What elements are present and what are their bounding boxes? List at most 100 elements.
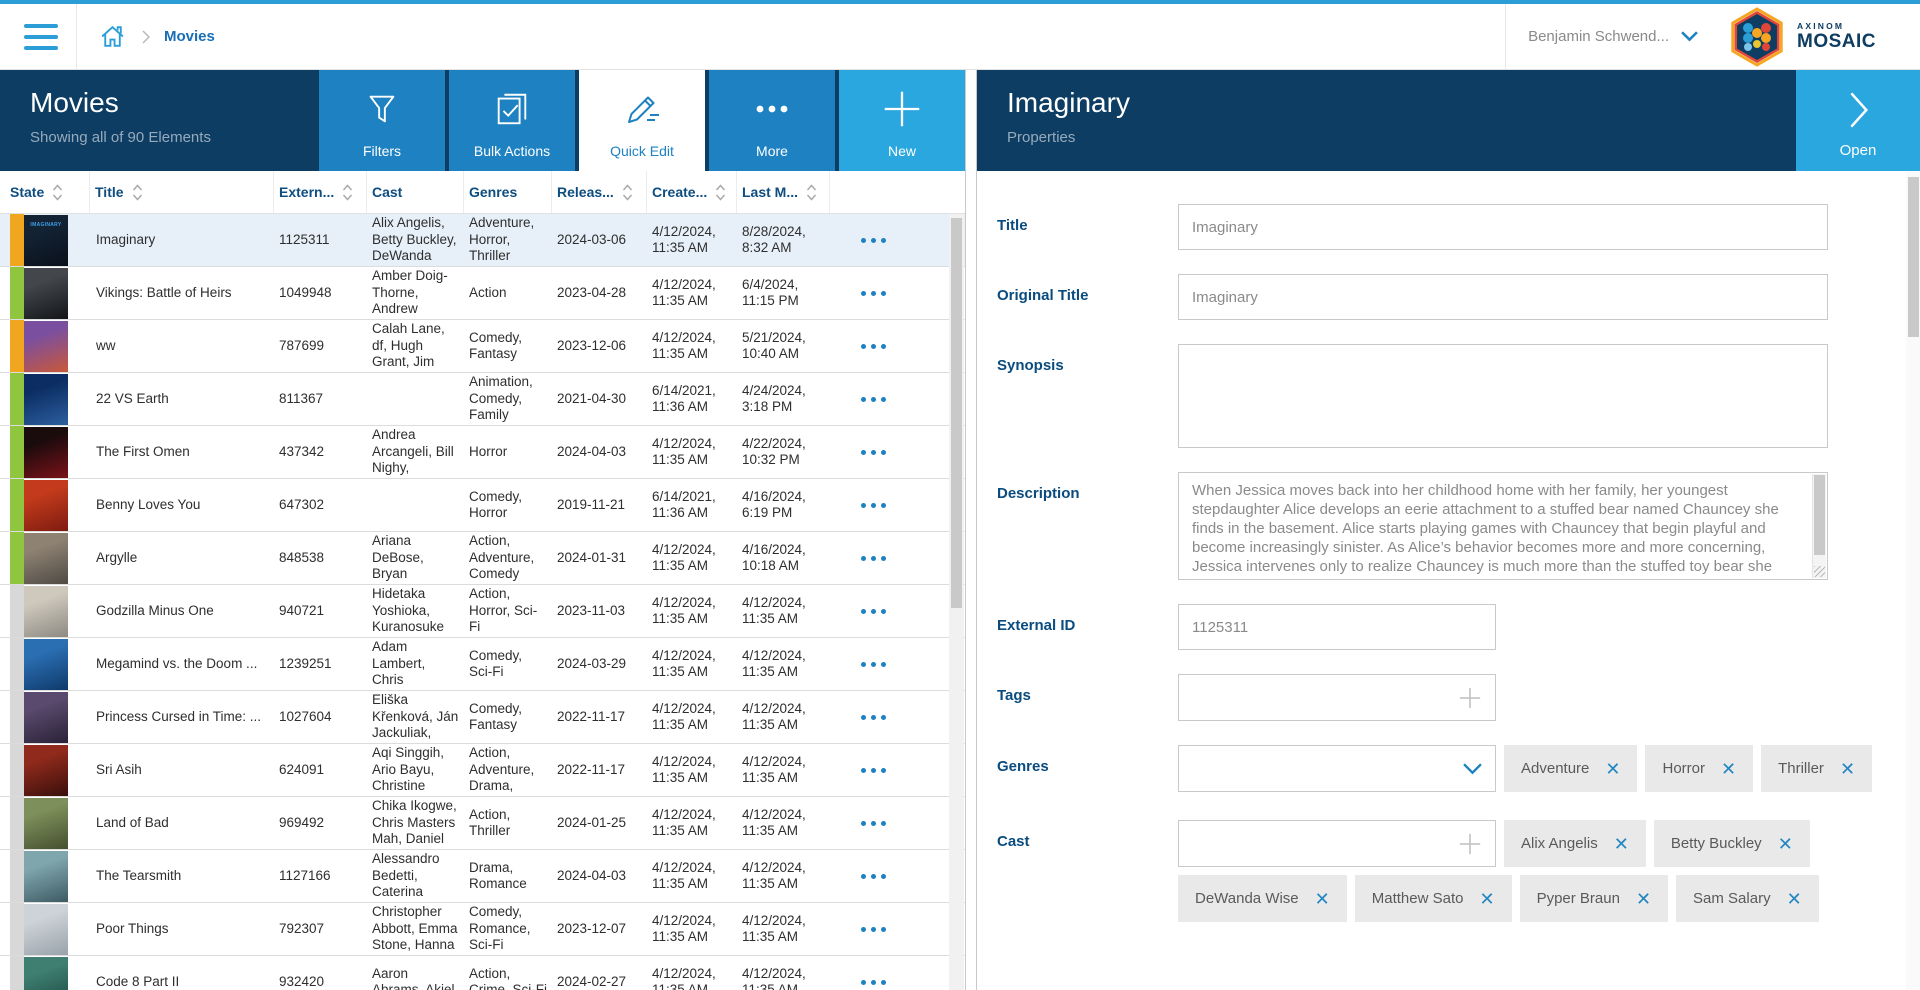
table-row[interactable]: Land of Bad 969492 Chika Ikogwe, Chris M… <box>0 797 965 850</box>
chip-remove-icon[interactable]: ✕ <box>1840 760 1855 778</box>
breadcrumb-movies[interactable]: Movies <box>164 28 215 45</box>
poster-thumbnail <box>24 904 68 955</box>
row-actions-button[interactable] <box>861 232 961 249</box>
scrollbar-thumb[interactable] <box>1908 177 1919 337</box>
chip-remove-icon[interactable]: ✕ <box>1778 835 1793 853</box>
table-row[interactable]: Megamind vs. the Doom ... 1239251 Adam L… <box>0 638 965 691</box>
scrollbar-thumb[interactable] <box>1814 475 1825 555</box>
movie-genres: Comedy, Sci-Fi <box>464 648 552 681</box>
resize-grip-icon[interactable] <box>1814 566 1825 577</box>
genres-select[interactable] <box>1178 745 1496 792</box>
row-actions-button[interactable] <box>861 709 961 726</box>
table-row[interactable]: Poor Things 792307 Christopher Abbott, E… <box>0 903 965 956</box>
movie-created: 4/12/2024, 11:35 AM <box>647 754 737 787</box>
plus-icon[interactable] <box>1458 686 1482 710</box>
table-scrollbar[interactable] <box>949 214 964 990</box>
detail-subtitle: Properties <box>1007 129 1130 146</box>
chip: Thriller ✕ <box>1761 745 1872 792</box>
column-header-created[interactable]: Create... <box>647 171 737 213</box>
menu-icon[interactable] <box>24 24 58 50</box>
chip-remove-icon[interactable]: ✕ <box>1479 890 1494 908</box>
user-menu[interactable]: Benjamin Schwend... <box>1528 28 1698 45</box>
table-row[interactable]: ww 787699 Calah Lane, df, Hugh Grant, Ji… <box>0 320 965 373</box>
table-row[interactable]: Argylle 848538 Ariana DeBose, Bryan Acti… <box>0 532 965 585</box>
row-actions-button[interactable] <box>861 762 961 779</box>
chip-remove-icon[interactable]: ✕ <box>1605 760 1620 778</box>
cast-input[interactable] <box>1178 820 1496 867</box>
more-button[interactable]: More <box>709 70 835 171</box>
table-row[interactable]: The First Omen 437342 Andrea Arcangeli, … <box>0 426 965 479</box>
title-input[interactable] <box>1178 204 1828 250</box>
bulk-actions-button[interactable]: Bulk Actions <box>449 70 575 171</box>
synopsis-textarea[interactable] <box>1178 344 1828 448</box>
description-textarea[interactable]: When Jessica moves back into her childho… <box>1178 472 1828 580</box>
poster-thumbnail <box>24 480 68 531</box>
movie-external-id: 1239251 <box>274 656 367 672</box>
movie-created: 4/12/2024, 11:35 AM <box>647 966 737 990</box>
poster-thumbnail <box>24 851 68 902</box>
original-title-input[interactable] <box>1178 274 1828 320</box>
synopsis-label: Synopsis <box>997 344 1178 448</box>
row-actions-button[interactable] <box>861 550 961 567</box>
table-row[interactable]: Code 8 Part II 932420 Aaron Abrams, Akie… <box>0 956 965 990</box>
movie-external-id: 811367 <box>274 391 367 407</box>
row-actions-button[interactable] <box>861 603 961 620</box>
movie-genres: Drama, Romance <box>464 860 552 893</box>
chip-remove-icon[interactable]: ✕ <box>1787 890 1802 908</box>
filters-button[interactable]: Filters <box>319 70 445 171</box>
table-row[interactable]: Godzilla Minus One 940721 Hidetaka Yoshi… <box>0 585 965 638</box>
chevron-down-icon[interactable] <box>1463 763 1482 775</box>
row-actions-button[interactable] <box>861 974 961 990</box>
table-row[interactable]: IMAGINARY Imaginary 1125311 Alix Angelis… <box>0 214 965 267</box>
column-header-title[interactable]: Title <box>90 171 274 213</box>
column-header-released[interactable]: Releas... <box>552 171 647 213</box>
table-row[interactable]: The Tearsmith 1127166 Alessandro Bedetti… <box>0 850 965 903</box>
chip-remove-icon[interactable]: ✕ <box>1614 835 1629 853</box>
movie-title: 22 VS Earth <box>90 391 274 407</box>
column-header-last-modified[interactable]: Last M... <box>737 171 830 213</box>
open-button[interactable]: Open <box>1796 70 1920 171</box>
movie-title: The First Omen <box>90 444 274 460</box>
table-row[interactable]: Vikings: Battle of Heirs 1049948 Amber D… <box>0 267 965 320</box>
row-actions-button[interactable] <box>861 285 961 302</box>
scrollbar-thumb[interactable] <box>951 218 962 608</box>
movie-title: Princess Cursed in Time: ... <box>90 709 274 725</box>
row-actions-button[interactable] <box>861 391 961 408</box>
row-actions-button[interactable] <box>861 921 961 938</box>
external-id-input[interactable] <box>1178 604 1496 650</box>
row-actions-button[interactable] <box>861 815 961 832</box>
column-header-state[interactable]: State <box>0 171 90 213</box>
chip-remove-icon[interactable]: ✕ <box>1721 760 1736 778</box>
panel-scrollbar[interactable] <box>1906 171 1920 990</box>
home-icon[interactable] <box>99 23 126 50</box>
table-row[interactable]: Benny Loves You 647302 Comedy, Horror 20… <box>0 479 965 532</box>
table-row[interactable]: Princess Cursed in Time: ... 1027604 Eli… <box>0 691 965 744</box>
movie-created: 4/12/2024, 11:35 AM <box>647 701 737 734</box>
row-actions-button[interactable] <box>861 338 961 355</box>
row-actions-button[interactable] <box>861 868 961 885</box>
state-indicator <box>10 479 24 531</box>
movie-genres: Horror <box>464 444 552 460</box>
movie-external-id: 848538 <box>274 550 367 566</box>
new-button[interactable]: New <box>839 70 965 171</box>
table-row[interactable]: Sri Asih 624091 Aqi Singgih, Ario Bayu, … <box>0 744 965 797</box>
table-row[interactable]: 22 VS Earth 811367 Animation, Comedy, Fa… <box>0 373 965 426</box>
filter-icon <box>363 86 401 132</box>
row-actions-button[interactable] <box>861 497 961 514</box>
movie-title: Imaginary <box>90 232 274 248</box>
chip-remove-icon[interactable]: ✕ <box>1636 890 1651 908</box>
chip: Matthew Sato ✕ <box>1355 875 1512 922</box>
row-actions-button[interactable] <box>861 444 961 461</box>
state-indicator <box>10 214 24 266</box>
chip-remove-icon[interactable]: ✕ <box>1315 890 1330 908</box>
chip: DeWanda Wise ✕ <box>1178 875 1347 922</box>
poster-thumbnail <box>24 374 68 425</box>
tags-input[interactable] <box>1178 674 1496 721</box>
movie-release-date: 2023-11-03 <box>552 603 647 619</box>
movie-genres: Action, Thriller <box>464 807 552 840</box>
column-header-external-id[interactable]: Extern... <box>274 171 367 213</box>
row-actions-button[interactable] <box>861 656 961 673</box>
plus-icon[interactable] <box>1458 832 1482 856</box>
details-panel: Imaginary Properties Open Title Original… <box>976 70 1920 990</box>
quick-edit-button[interactable]: Quick Edit <box>579 70 705 171</box>
